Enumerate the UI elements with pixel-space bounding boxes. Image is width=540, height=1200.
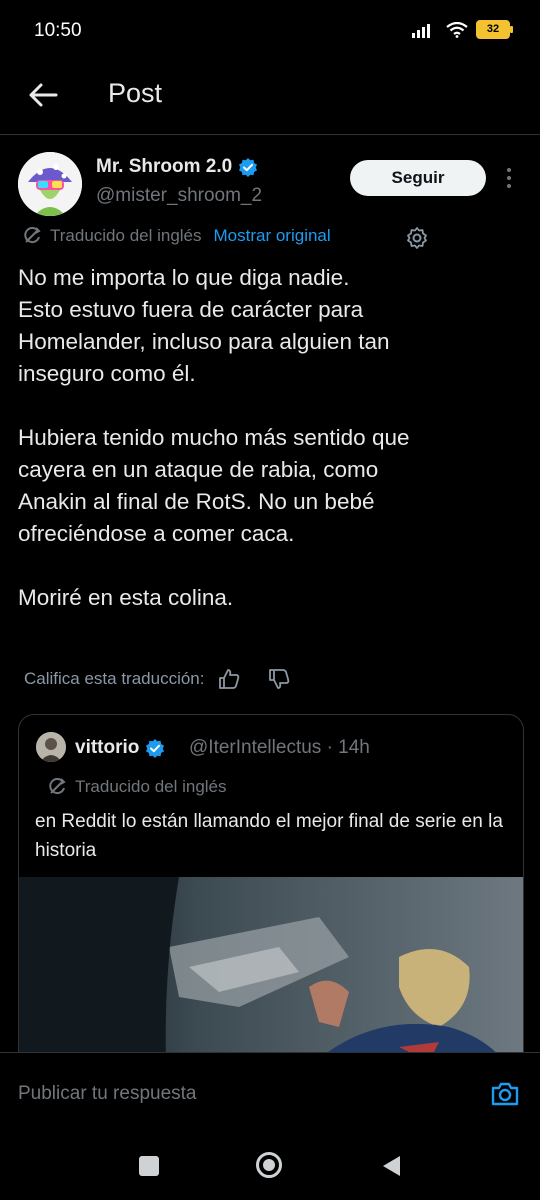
translation-row: Traducido del inglés Mostrar original <box>22 226 331 246</box>
top-header: Post <box>0 56 540 135</box>
quote-author-name-text: vittorio <box>75 737 140 758</box>
quote-translation-label: Traducido del inglés <box>75 777 227 796</box>
verified-badge-icon <box>146 739 165 758</box>
translation-label: Traducido del inglés <box>50 226 202 245</box>
reply-input[interactable]: Publicar tu respuesta <box>18 1083 197 1105</box>
verified-badge-icon <box>239 158 258 177</box>
reply-bar: Publicar tu respuesta <box>0 1052 540 1135</box>
rate-translation-row: Califica esta traducción: <box>24 668 290 690</box>
author-name-text: Mr. Shroom 2.0 <box>96 156 233 177</box>
author-name[interactable]: Mr. Shroom 2.0 <box>96 156 258 178</box>
recents-button[interactable] <box>139 1156 159 1176</box>
follow-button[interactable]: Seguir <box>350 160 486 196</box>
back-arrow-icon[interactable] <box>26 78 60 112</box>
author-avatar[interactable] <box>18 152 82 216</box>
status-icons: 32 <box>412 20 513 39</box>
quote-author-handle: @IterIntellectus · 14h <box>189 737 370 758</box>
nav-back-icon[interactable] <box>380 1154 402 1178</box>
battery-icon: 32 <box>476 20 513 39</box>
show-original-link[interactable]: Mostrar original <box>214 226 331 246</box>
quote-text: en Reddit lo están llamando el mejor fin… <box>35 811 503 861</box>
thumbs-up-icon[interactable] <box>218 668 240 690</box>
status-time: 10:50 <box>34 20 82 41</box>
camera-icon[interactable] <box>490 1079 520 1109</box>
home-button[interactable] <box>256 1152 282 1178</box>
post-text: No me importa lo que diga nadie. Esto es… <box>18 265 410 610</box>
system-nav-bar <box>0 1134 540 1200</box>
translate-icon <box>49 778 66 795</box>
page-title: Post <box>108 78 163 108</box>
author-handle[interactable]: @mister_shroom_2 <box>96 185 262 207</box>
gear-icon[interactable] <box>405 226 429 250</box>
signal-icon <box>412 23 430 38</box>
more-options-icon[interactable] <box>500 164 518 192</box>
quote-avatar <box>36 732 66 762</box>
translate-icon <box>24 227 41 244</box>
rate-label: Califica esta traducción: <box>24 669 205 688</box>
quote-author-name: vittorio <box>75 737 165 759</box>
thumbs-down-icon[interactable] <box>268 668 290 690</box>
quote-translation-row: Traducido del inglés <box>47 777 227 797</box>
wifi-icon <box>446 21 468 38</box>
